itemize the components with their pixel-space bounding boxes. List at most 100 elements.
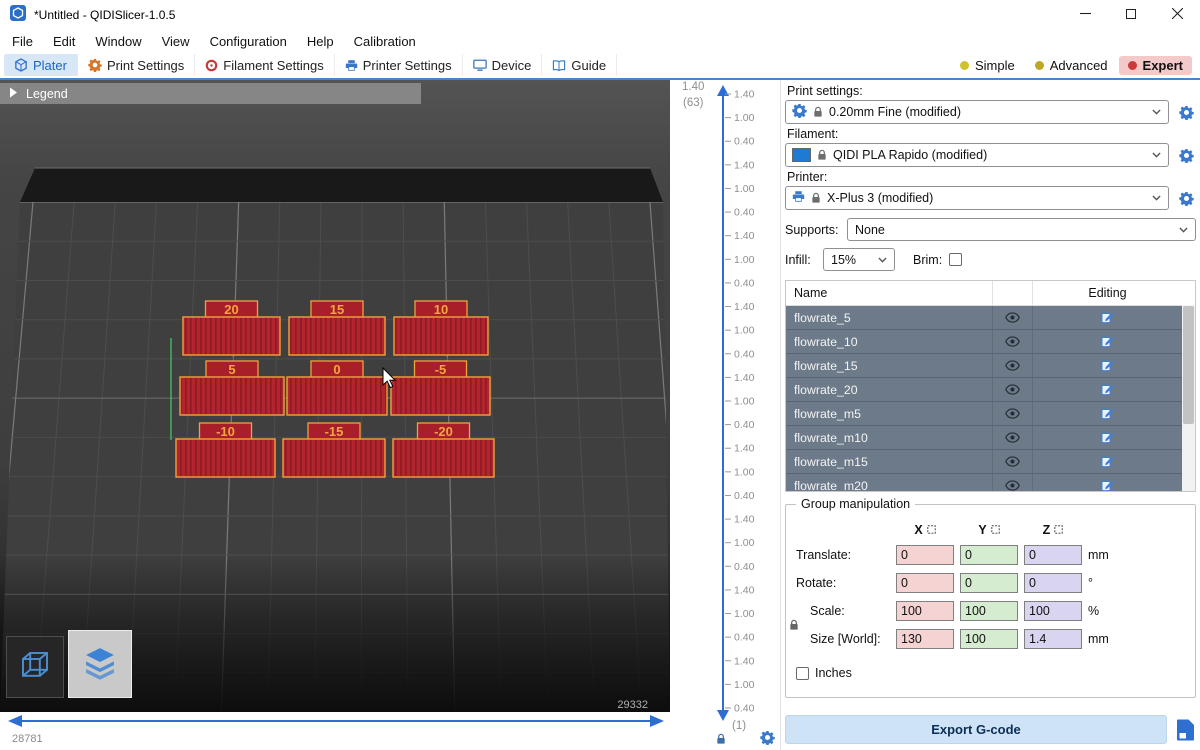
menu-help[interactable]: Help — [297, 34, 344, 49]
eye-icon[interactable] — [992, 330, 1032, 353]
legend-bar[interactable]: Legend — [0, 83, 421, 104]
rotate--y-field[interactable]: 0 — [960, 573, 1018, 593]
lock-icon — [817, 149, 827, 161]
close-button[interactable] — [1154, 0, 1200, 30]
infill-select[interactable]: 15% — [823, 248, 895, 271]
tab-label: Device — [492, 58, 532, 73]
lslider-bottom-handle[interactable] — [717, 710, 729, 721]
translate--y-field[interactable]: 0 — [960, 545, 1018, 565]
inches-row: Inches — [796, 666, 852, 680]
edit-icon[interactable] — [1032, 354, 1182, 377]
group-manipulation-panel: Group manipulation XYZTranslate:000mmRot… — [785, 504, 1196, 698]
view-preview-button[interactable] — [68, 630, 132, 698]
edit-icon[interactable] — [1032, 426, 1182, 449]
edit-icon[interactable] — [1032, 306, 1182, 329]
translate--z-field[interactable]: 0 — [1024, 545, 1082, 565]
tab-plater[interactable]: Plater — [4, 54, 78, 76]
object-row-flowrate_5[interactable]: flowrate_5 — [786, 306, 1195, 330]
eye-icon[interactable] — [992, 354, 1032, 377]
tab-print-settings[interactable]: Print Settings — [78, 54, 195, 76]
edit-icon[interactable] — [1032, 474, 1182, 492]
edit-filament-button[interactable] — [1176, 145, 1196, 165]
layer-slider[interactable]: 1.401.000.401.401.000.401.401.000.401.40… — [670, 80, 780, 750]
app-icon — [10, 5, 26, 26]
edit-print-settings-button[interactable] — [1176, 102, 1196, 122]
filament-spool-icon — [205, 59, 218, 72]
eye-icon[interactable] — [992, 378, 1032, 401]
export-gcode-button[interactable]: Export G-code — [785, 715, 1167, 744]
svg-text:1.40: 1.40 — [734, 655, 755, 667]
uniform-scale-lock-icon[interactable] — [789, 619, 799, 634]
horizontal-slider[interactable] — [0, 712, 670, 750]
print-settings-combo[interactable]: 0.20mm Fine (modified) — [785, 100, 1169, 124]
size-world--label: Size [World]: — [796, 632, 890, 646]
menu-window[interactable]: Window — [85, 34, 151, 49]
edit-icon[interactable] — [1032, 378, 1182, 401]
edit-printer-button[interactable] — [1176, 188, 1196, 208]
eye-icon[interactable] — [992, 474, 1032, 492]
svg-text:1.40: 1.40 — [734, 443, 755, 455]
rotate--z-field[interactable]: 0 — [1024, 573, 1082, 593]
menu-file[interactable]: File — [2, 34, 43, 49]
size-world--y-field[interactable]: 100 — [960, 629, 1018, 649]
tab-bar: PlaterPrint SettingsFilament SettingsPri… — [0, 52, 1200, 80]
mode-advanced[interactable]: Advanced — [1026, 56, 1117, 75]
scrollbar-thumb[interactable] — [1183, 306, 1194, 424]
mode-expert[interactable]: Expert — [1119, 56, 1192, 75]
object-row-flowrate_m20[interactable]: flowrate_m20 — [786, 474, 1195, 492]
minimize-button[interactable] — [1062, 0, 1108, 30]
brim-checkbox[interactable] — [949, 253, 962, 266]
scale--z-field[interactable]: 100 — [1024, 601, 1082, 621]
eye-icon[interactable] — [992, 306, 1032, 329]
tab-printer-settings[interactable]: Printer Settings — [335, 54, 463, 76]
mode-simple[interactable]: Simple — [951, 56, 1024, 75]
supports-select[interactable]: None — [847, 218, 1196, 241]
layer-number-readout: (63) — [683, 97, 703, 109]
size-world--x-field[interactable]: 130 — [896, 629, 954, 649]
mode-dot — [1035, 61, 1044, 70]
size-world--z-field[interactable]: 1.4 — [1024, 629, 1082, 649]
object-name: flowrate_m5 — [786, 407, 992, 421]
maximize-icon — [1126, 6, 1136, 24]
slider-gear-icon[interactable] — [760, 730, 775, 750]
scale--x-field[interactable]: 100 — [896, 601, 954, 621]
hslider-right-arrow[interactable] — [650, 715, 664, 727]
object-row-flowrate_m5[interactable]: flowrate_m5 — [786, 402, 1195, 426]
hslider-left-arrow[interactable] — [8, 715, 22, 727]
tab-device[interactable]: Device — [463, 54, 543, 76]
export-row: Export G-code — [785, 715, 1196, 744]
inches-checkbox[interactable] — [796, 667, 809, 680]
object-row-flowrate_m10[interactable]: flowrate_m10 — [786, 426, 1195, 450]
edit-icon[interactable] — [1032, 402, 1182, 425]
mode-label: Expert — [1143, 58, 1183, 73]
menu-view[interactable]: View — [152, 34, 200, 49]
slider-lock-icon[interactable] — [716, 732, 726, 750]
scale--y-field[interactable]: 100 — [960, 601, 1018, 621]
maximize-button[interactable] — [1108, 0, 1154, 30]
svg-text:1.00: 1.00 — [734, 608, 755, 620]
translate--x-field[interactable]: 0 — [896, 545, 954, 565]
tab-filament-settings[interactable]: Filament Settings — [195, 54, 334, 76]
menu-calibration[interactable]: Calibration — [344, 34, 426, 49]
eye-icon[interactable] — [992, 402, 1032, 425]
svg-text:1.40: 1.40 — [734, 230, 755, 242]
filament-combo[interactable]: QIDI PLA Rapido (modified) — [785, 143, 1169, 167]
edit-icon[interactable] — [1032, 450, 1182, 473]
eye-icon[interactable] — [992, 426, 1032, 449]
object-row-flowrate_15[interactable]: flowrate_15 — [786, 354, 1195, 378]
edit-icon[interactable] — [1032, 330, 1182, 353]
rotate--x-field[interactable]: 0 — [896, 573, 954, 593]
sd-card-icon[interactable] — [1174, 718, 1196, 742]
menu-configuration[interactable]: Configuration — [200, 34, 297, 49]
object-row-flowrate_20[interactable]: flowrate_20 — [786, 378, 1195, 402]
view-3d-button[interactable] — [6, 636, 64, 698]
tab-guide[interactable]: Guide — [542, 54, 617, 76]
object-row-flowrate_m15[interactable]: flowrate_m15 — [786, 450, 1195, 474]
printer-combo[interactable]: X-Plus 3 (modified) — [785, 186, 1169, 210]
eye-icon[interactable] — [992, 450, 1032, 473]
viewport-3d[interactable]: 20151050-5-10-15-20 29332 Legend — [0, 80, 670, 712]
print-settings-value: 0.20mm Fine (modified) — [829, 105, 961, 119]
object-row-flowrate_10[interactable]: flowrate_10 — [786, 330, 1195, 354]
object-list-scrollbar[interactable] — [1182, 305, 1195, 491]
menu-edit[interactable]: Edit — [43, 34, 85, 49]
